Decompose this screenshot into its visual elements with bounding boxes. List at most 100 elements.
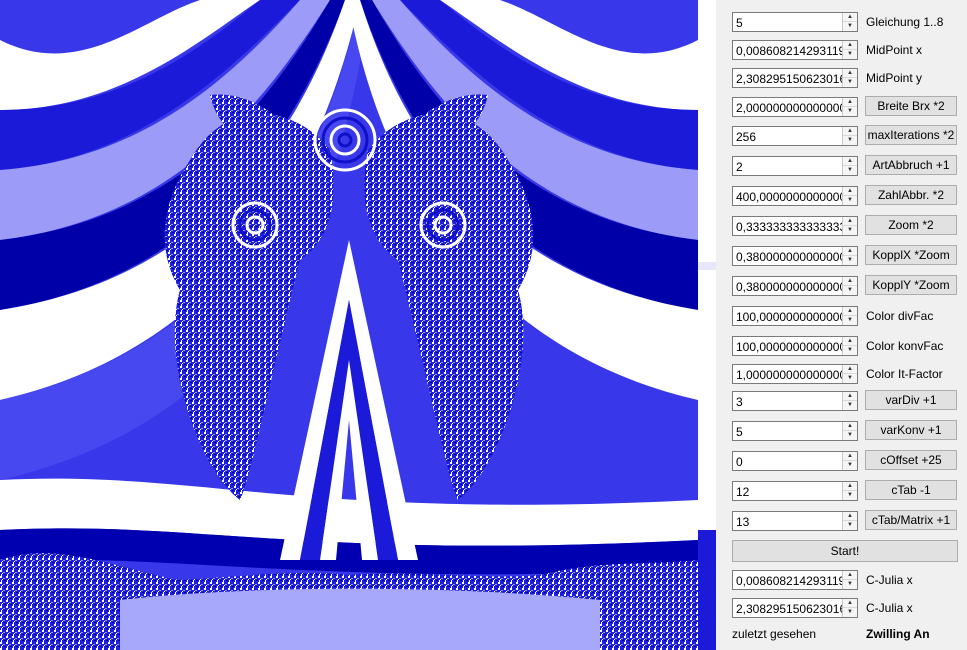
- spin-down-icon[interactable]: ▼: [843, 78, 857, 87]
- spin-up-icon[interactable]: ▲: [843, 307, 857, 316]
- param-value[interactable]: 2,3082951506230169: [736, 72, 844, 86]
- spin-arrows[interactable]: ▲ ▼: [842, 452, 857, 470]
- param-spin-input[interactable]: 0,3800000000000000 ▲ ▼: [732, 276, 858, 296]
- param-spin-input[interactable]: 100,0000000000000000▲▼: [732, 336, 858, 356]
- param-action-button[interactable]: cTab/Matrix +1: [865, 510, 957, 530]
- param-spin-input[interactable]: 0,0086082142931194 ▲ ▼: [732, 40, 858, 60]
- spin-arrows[interactable]: ▲ ▼: [842, 13, 857, 31]
- julia-spin-input[interactable]: 2,3082951506230169 ▲ ▼: [732, 598, 858, 618]
- param-action-button[interactable]: KopplX *Zoom: [865, 245, 957, 265]
- spin-up-icon[interactable]: ▲: [843, 422, 857, 431]
- param-spin-input[interactable]: 0,3800000000000000 ▲ ▼: [732, 246, 858, 266]
- spin-down-icon[interactable]: ▼: [843, 22, 857, 31]
- spin-down-icon[interactable]: ▼: [843, 107, 857, 116]
- param-value[interactable]: 12: [736, 485, 844, 499]
- param-spin-input[interactable]: 0,3333333333333333 ▲ ▼: [732, 216, 858, 236]
- param-action-button[interactable]: maxIterations *2: [865, 125, 957, 145]
- spin-arrows[interactable]: ▲ ▼: [842, 127, 857, 145]
- spin-up-icon[interactable]: ▲: [843, 365, 857, 374]
- param-value[interactable]: 3: [736, 395, 844, 409]
- julia-value[interactable]: 2,3082951506230169: [736, 602, 844, 616]
- spin-arrows[interactable]: ▲ ▼: [842, 187, 857, 205]
- spin-arrows[interactable]: ▲ ▼: [842, 392, 857, 410]
- param-value[interactable]: 2: [736, 160, 844, 174]
- param-spin-input[interactable]: 100,0000000000000000▲▼: [732, 306, 858, 326]
- spin-arrows[interactable]: ▲ ▼: [842, 69, 857, 87]
- spin-down-icon[interactable]: ▼: [843, 226, 857, 235]
- param-action-button[interactable]: varKonv +1: [865, 420, 957, 440]
- param-spin-input[interactable]: 1,0000000000000000 ▲ ▼: [732, 364, 858, 384]
- spin-arrows[interactable]: ▲ ▼: [842, 307, 857, 325]
- spin-down-icon[interactable]: ▼: [843, 521, 857, 530]
- param-value[interactable]: 400,0000000000000000: [736, 190, 844, 204]
- spin-up-icon[interactable]: ▲: [843, 277, 857, 286]
- spin-arrows[interactable]: ▲ ▼: [842, 157, 857, 175]
- spin-down-icon[interactable]: ▼: [843, 256, 857, 265]
- param-value[interactable]: 100,0000000000000000: [736, 310, 844, 324]
- spin-up-icon[interactable]: ▲: [843, 69, 857, 78]
- param-spin-input[interactable]: 2,3082951506230169 ▲ ▼: [732, 68, 858, 88]
- param-spin-input[interactable]: 13 ▲ ▼: [732, 511, 858, 531]
- spin-arrows[interactable]: ▲ ▼: [842, 337, 857, 355]
- spin-up-icon[interactable]: ▲: [843, 217, 857, 226]
- param-value[interactable]: 5: [736, 16, 844, 30]
- spin-arrows[interactable]: ▲ ▼: [842, 512, 857, 530]
- spin-down-icon[interactable]: ▼: [843, 608, 857, 617]
- param-value[interactable]: 0,3800000000000000: [736, 250, 844, 264]
- param-spin-input[interactable]: 5 ▲ ▼: [732, 421, 858, 441]
- param-spin-input[interactable]: 256 ▲ ▼: [732, 126, 858, 146]
- canvas-scroll-strip[interactable]: [698, 0, 716, 650]
- param-spin-input[interactable]: 2,0000000000000000 ▲ ▼: [732, 97, 858, 117]
- spin-arrows[interactable]: ▲ ▼: [842, 482, 857, 500]
- spin-up-icon[interactable]: ▲: [843, 392, 857, 401]
- spin-up-icon[interactable]: ▲: [843, 337, 857, 346]
- spin-down-icon[interactable]: ▼: [843, 166, 857, 175]
- spin-up-icon[interactable]: ▲: [843, 482, 857, 491]
- spin-arrows[interactable]: ▲ ▼: [842, 422, 857, 440]
- param-action-button[interactable]: cOffset +25: [865, 450, 957, 470]
- param-value[interactable]: 2,0000000000000000: [736, 101, 844, 115]
- spin-down-icon[interactable]: ▼: [843, 401, 857, 410]
- param-spin-input[interactable]: 2 ▲ ▼: [732, 156, 858, 176]
- spin-up-icon[interactable]: ▲: [843, 512, 857, 521]
- param-action-button[interactable]: ZahlAbbr. *2: [865, 185, 957, 205]
- param-spin-input[interactable]: 400,0000000000000000▲▼: [732, 186, 858, 206]
- spin-up-icon[interactable]: ▲: [843, 157, 857, 166]
- julia-value[interactable]: 0,0086082142931194: [736, 574, 844, 588]
- spin-arrows[interactable]: ▲ ▼: [842, 41, 857, 59]
- param-value[interactable]: 0,0086082142931194: [736, 44, 844, 58]
- julia-spin-input[interactable]: 0,0086082142931194 ▲ ▼: [732, 570, 858, 590]
- param-value[interactable]: 5: [736, 425, 844, 439]
- param-value[interactable]: 0,3800000000000000: [736, 280, 844, 294]
- spin-arrows[interactable]: ▲ ▼: [842, 277, 857, 295]
- spin-arrows[interactable]: ▲ ▼: [842, 599, 857, 617]
- spin-arrows[interactable]: ▲ ▼: [842, 247, 857, 265]
- spin-arrows[interactable]: ▲ ▼: [842, 571, 857, 589]
- param-spin-input[interactable]: 5 ▲ ▼: [732, 12, 858, 32]
- param-value[interactable]: 13: [736, 515, 844, 529]
- param-spin-input[interactable]: 12 ▲ ▼: [732, 481, 858, 501]
- spin-arrows[interactable]: ▲ ▼: [842, 365, 857, 383]
- spin-arrows[interactable]: ▲ ▼: [842, 98, 857, 116]
- spin-up-icon[interactable]: ▲: [843, 247, 857, 256]
- param-action-button[interactable]: Zoom *2: [865, 215, 957, 235]
- spin-up-icon[interactable]: ▲: [843, 98, 857, 107]
- spin-down-icon[interactable]: ▼: [843, 431, 857, 440]
- param-value[interactable]: 0: [736, 455, 844, 469]
- param-value[interactable]: 256: [736, 130, 844, 144]
- param-action-button[interactable]: Breite Brx *2: [865, 96, 957, 116]
- spin-up-icon[interactable]: ▲: [843, 599, 857, 608]
- param-value[interactable]: 0,3333333333333333: [736, 220, 844, 234]
- spin-down-icon[interactable]: ▼: [843, 196, 857, 205]
- param-spin-input[interactable]: 3 ▲ ▼: [732, 391, 858, 411]
- param-spin-input[interactable]: 0 ▲ ▼: [732, 451, 858, 471]
- param-value[interactable]: 1,0000000000000000: [736, 368, 844, 382]
- param-action-button[interactable]: varDiv +1: [865, 390, 957, 410]
- spin-up-icon[interactable]: ▲: [843, 571, 857, 580]
- spin-up-icon[interactable]: ▲: [843, 127, 857, 136]
- spin-arrows[interactable]: ▲ ▼: [842, 217, 857, 235]
- spin-down-icon[interactable]: ▼: [843, 136, 857, 145]
- param-action-button[interactable]: ArtAbbruch +1: [865, 155, 957, 175]
- spin-up-icon[interactable]: ▲: [843, 452, 857, 461]
- spin-down-icon[interactable]: ▼: [843, 461, 857, 470]
